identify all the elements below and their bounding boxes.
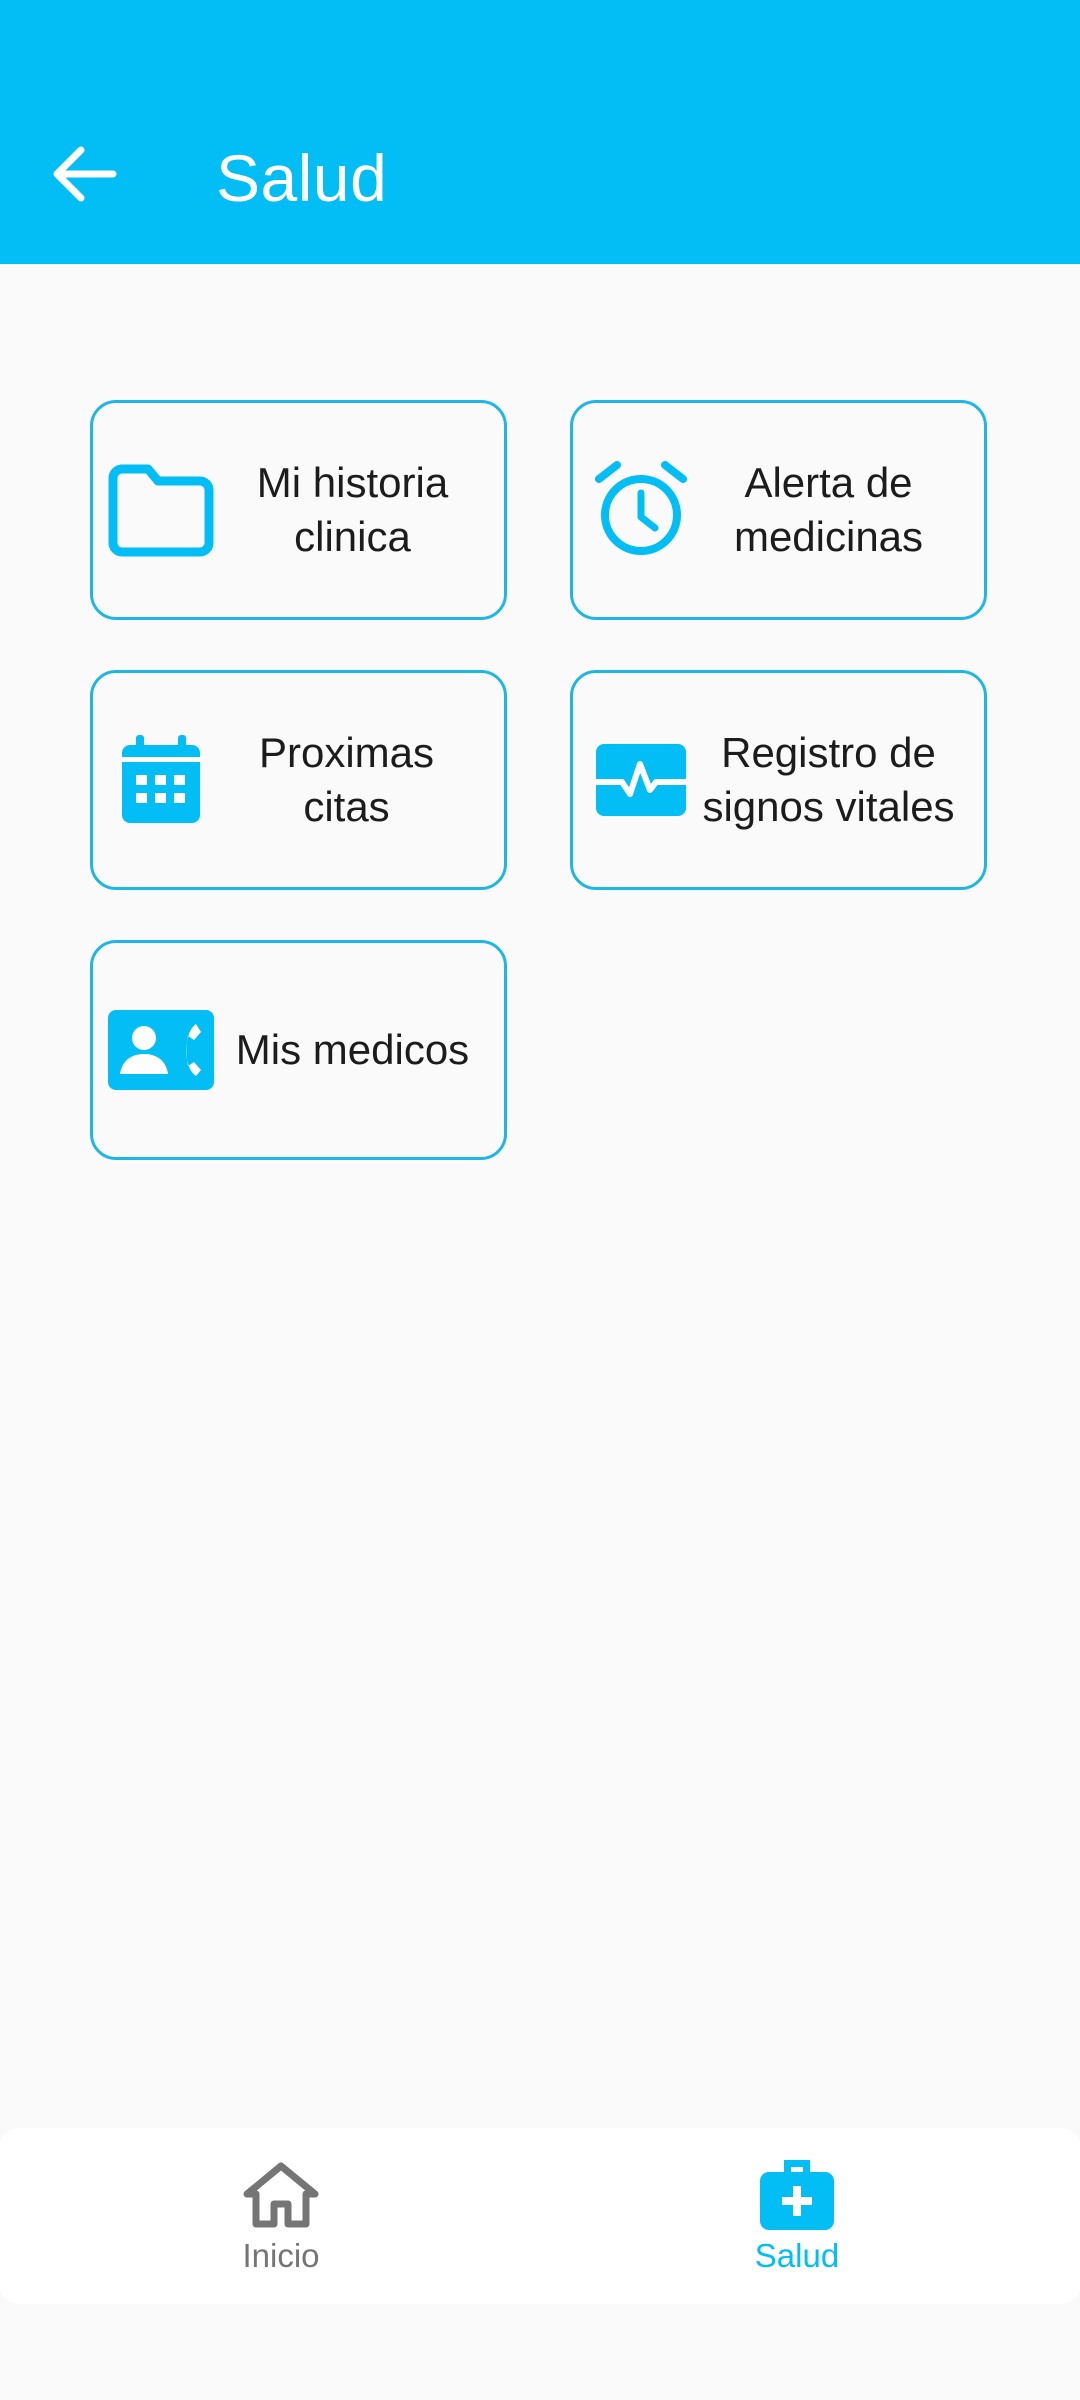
- card-proximas-citas[interactable]: Proximas citas: [90, 670, 507, 890]
- nav-label: Inicio: [242, 2237, 320, 2274]
- arrow-back-icon: [53, 146, 117, 202]
- card-label: Proximas citas: [258, 729, 435, 830]
- back-button[interactable]: [40, 130, 128, 218]
- card-registro-signos-vitales[interactable]: Registro de signos vitales: [570, 670, 987, 890]
- card-mis-medicos[interactable]: Mis medicos: [90, 940, 507, 1160]
- nav-item-salud[interactable]: Salud: [647, 2128, 947, 2304]
- contact-phone-icon: [107, 996, 215, 1104]
- calendar-icon: [119, 726, 203, 834]
- card-label: Alerta de medicinas: [733, 459, 924, 560]
- card-label: Mi historia clinica: [256, 459, 449, 560]
- bottom-navigation-bar: Inicio Salud: [0, 2128, 1080, 2304]
- alarm-clock-icon: [595, 456, 687, 564]
- nav-item-inicio[interactable]: Inicio: [131, 2128, 431, 2304]
- card-label: Mis medicos: [235, 1026, 470, 1073]
- card-alerta-de-medicinas[interactable]: Alerta de medicinas: [570, 400, 987, 620]
- card-mi-historia-clinica[interactable]: Mi historia clinica: [90, 400, 507, 620]
- page-title: Salud: [216, 141, 388, 215]
- nav-label: Salud: [754, 2237, 840, 2274]
- card-label: Registro de signos vitales: [702, 729, 955, 830]
- folder-icon: [107, 456, 215, 564]
- vital-signs-icon: [595, 726, 687, 834]
- medical-bag-icon: [758, 2156, 836, 2232]
- app-bar: Salud: [0, 0, 1080, 264]
- home-icon: [243, 2156, 319, 2232]
